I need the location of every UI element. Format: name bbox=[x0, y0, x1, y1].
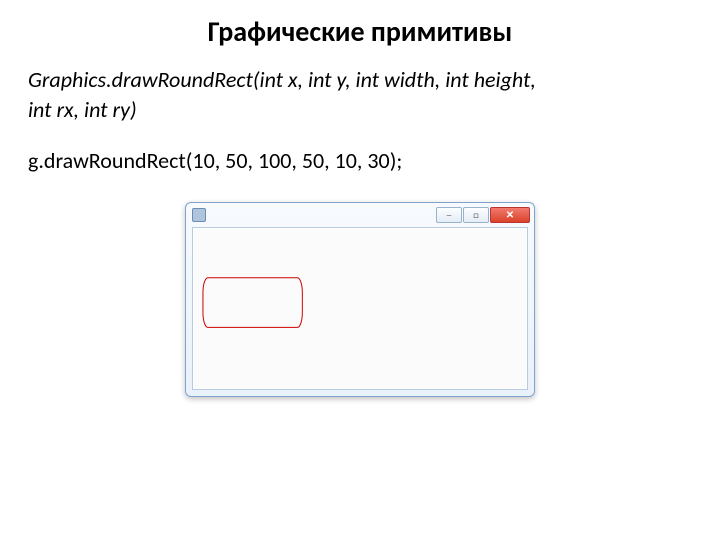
signature-line-2: int rx, int ry) bbox=[28, 96, 137, 123]
window-control-buttons: ─ □ ✕ bbox=[436, 207, 530, 223]
maximize-button[interactable]: □ bbox=[463, 207, 489, 223]
code-example: g.drawRoundRect(10, 50, 100, 50, 10, 30)… bbox=[28, 146, 692, 176]
slide-content: Graphics.drawRoundRect(int x, int y, int… bbox=[0, 65, 720, 397]
minimize-button[interactable]: ─ bbox=[436, 207, 462, 223]
titlebar-left bbox=[192, 208, 210, 222]
window-client-area bbox=[192, 227, 528, 390]
demo-window-container: ─ □ ✕ bbox=[185, 202, 535, 397]
slide-title: Графические примитивы bbox=[0, 0, 720, 59]
round-rect-shape bbox=[203, 278, 302, 328]
close-button[interactable]: ✕ bbox=[490, 207, 530, 223]
app-window: ─ □ ✕ bbox=[185, 202, 535, 397]
drawing-canvas bbox=[193, 228, 527, 389]
java-app-icon bbox=[192, 208, 206, 222]
method-signature: Graphics.drawRoundRect(int x, int y, int… bbox=[28, 65, 692, 124]
window-titlebar: ─ □ ✕ bbox=[186, 203, 534, 227]
signature-line-1: Graphics.drawRoundRect(int x, int y, int… bbox=[28, 66, 536, 93]
